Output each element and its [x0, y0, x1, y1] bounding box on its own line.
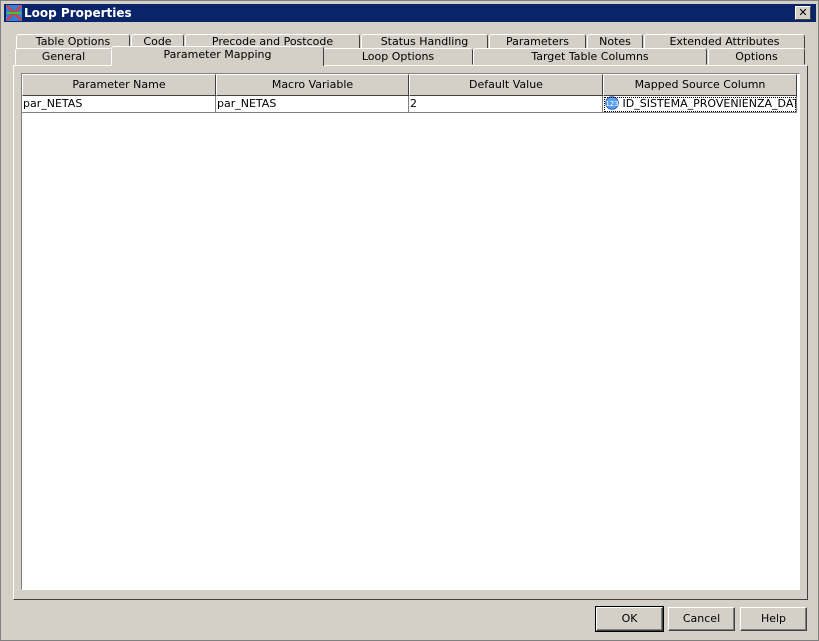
tab-notes[interactable]: Notes [587, 34, 643, 49]
tab-loop-options[interactable]: Loop Options [323, 48, 473, 65]
tab-status-handling[interactable]: Status Handling [361, 34, 488, 49]
tab-target-table-columns[interactable]: Target Table Columns [473, 48, 707, 65]
cancel-button[interactable]: Cancel [668, 607, 735, 631]
tab-general[interactable]: General [15, 48, 112, 65]
help-button[interactable]: Help [740, 607, 807, 631]
svg-text:123: 123 [605, 100, 618, 108]
loop-properties-dialog: Loop Properties ✕ Table Options Code Pre… [0, 0, 819, 641]
window-title: Loop Properties [24, 6, 132, 20]
tab-parameter-mapping[interactable]: Parameter Mapping [111, 46, 324, 66]
column-header-default-value[interactable]: Default Value [409, 74, 603, 96]
column-header-mapped-source-column[interactable]: Mapped Source Column [603, 74, 797, 96]
loop-icon [6, 5, 22, 21]
tab-extended-attributes[interactable]: Extended Attributes [644, 34, 805, 49]
numeric-column-icon: 123 [605, 96, 619, 110]
cell-macro-variable[interactable]: par_NETAS [216, 96, 409, 113]
ok-button[interactable]: OK [595, 606, 664, 632]
cell-mapped-source-column[interactable]: 123 ID_SISTEMA_PROVENIENZA_DATI [603, 96, 797, 113]
tab-options[interactable]: Options [708, 48, 805, 65]
cell-default-value[interactable]: 2 [409, 96, 603, 113]
parameter-mapping-table: Parameter Name Macro Variable Default Va… [21, 73, 800, 590]
column-header-parameter-name[interactable]: Parameter Name [22, 74, 216, 96]
column-header-macro-variable[interactable]: Macro Variable [216, 74, 409, 96]
close-button[interactable]: ✕ [795, 6, 811, 20]
mapped-column-name: ID_SISTEMA_PROVENIENZA_DATI [622, 97, 797, 110]
title-bar: Loop Properties [4, 4, 816, 22]
tab-parameters[interactable]: Parameters [489, 34, 586, 49]
cell-parameter-name[interactable]: par_NETAS [22, 96, 216, 113]
